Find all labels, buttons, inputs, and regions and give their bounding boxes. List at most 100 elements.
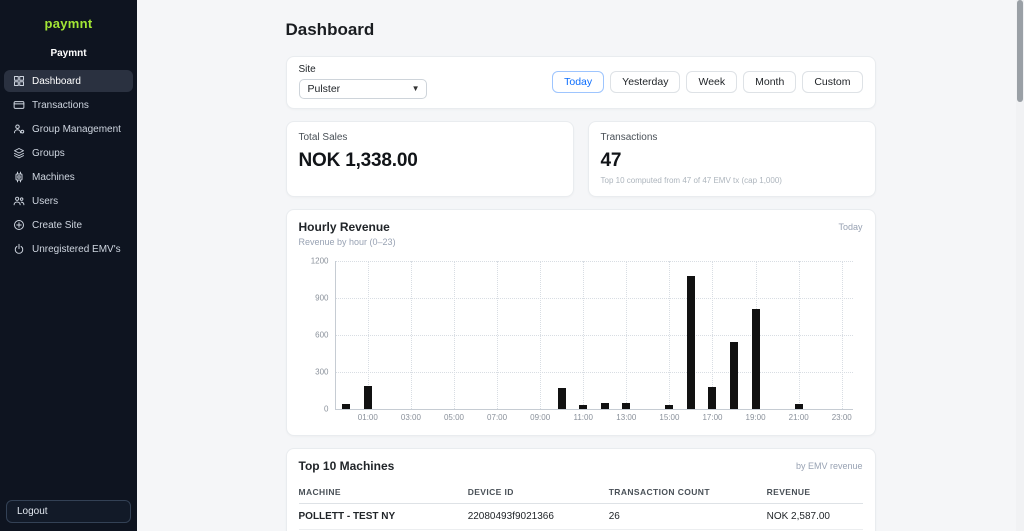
transactions-value: 47 xyxy=(600,150,622,171)
bar xyxy=(708,386,717,409)
gridline xyxy=(540,261,542,409)
cell: 22080493f9021366 xyxy=(467,503,609,530)
range-month-button[interactable]: Month xyxy=(743,70,797,93)
chart-range-label: Today xyxy=(838,222,863,232)
sidebar-item-label: Create Site xyxy=(32,219,83,231)
total-sales-card: Total Sales NOK 1,338.00 xyxy=(285,121,574,197)
gridline xyxy=(335,335,853,336)
cell: NOK 2,587.00 xyxy=(766,503,863,530)
sidebar-item-groups[interactable]: Groups xyxy=(4,142,133,164)
filter-card: Site Pulster ▼ Today Yesterday Week Month Cu… xyxy=(285,56,876,109)
sidebar-item-transactions[interactable]: Transactions xyxy=(4,94,133,116)
sidebar-item-unregistered-emv-s[interactable]: Unregistered EMV's xyxy=(4,238,133,260)
cpu-icon xyxy=(13,171,25,183)
site-select-control[interactable]: Pulster xyxy=(298,79,427,99)
site-label: Site xyxy=(298,64,316,75)
y-tick-label: 1200 xyxy=(310,256,329,266)
y-tick-label: 600 xyxy=(315,330,329,340)
people-icon xyxy=(13,195,25,207)
sidebar-item-label: Groups xyxy=(32,147,65,159)
chart-subtitle: Revenue by hour (0–23) xyxy=(298,237,396,247)
page-title: Dashboard xyxy=(285,20,375,39)
gridline xyxy=(497,261,499,409)
power-icon xyxy=(13,243,25,255)
x-tick-label: 13:00 xyxy=(616,413,637,422)
bar xyxy=(730,342,739,409)
transactions-card: Transactions 47 Top 10 computed from 47 … xyxy=(587,121,876,197)
x-tick-label: 05:00 xyxy=(443,413,464,422)
sidebar-item-label: Unregistered EMV's xyxy=(32,243,121,255)
sidebar-item-label: Transactions xyxy=(32,99,89,111)
sidebar-item-group-management[interactable]: Group Management xyxy=(4,118,133,140)
gridline xyxy=(841,261,843,409)
sidebar-item-label: Group Management xyxy=(32,123,121,135)
app-logo: paymnt xyxy=(44,16,93,31)
content-column: Dashboard Site Pulster ▼ Today Yesterday W… xyxy=(285,0,876,531)
sidebar-item-create-site[interactable]: Create Site xyxy=(4,214,133,236)
site-select[interactable]: Pulster ▼ xyxy=(298,79,427,99)
machines-table-body: POLLETT - TEST NY 22080493f9021366 26 NOK 2… xyxy=(298,503,863,531)
table-row[interactable]: POLLETT - TEST NY 22080493f9021366 26 NOK 2… xyxy=(298,503,863,530)
range-yesterday-button[interactable]: Yesterday xyxy=(610,70,681,93)
app-brand: Paymnt xyxy=(50,48,87,59)
cell: POLLETT - TEST NY xyxy=(298,503,468,530)
x-tick-label: 11:00 xyxy=(573,413,593,422)
table-header-row: MACHINE DEVICE ID TRANSACTION COUNT REVENUE xyxy=(298,482,863,504)
sidebar-item-label: Dashboard xyxy=(32,75,81,87)
bar xyxy=(557,388,566,409)
bar xyxy=(579,405,588,409)
scrollbar-thumb[interactable] xyxy=(1017,0,1023,102)
gridline xyxy=(335,298,853,299)
chart-plot: 0 300 600 900 1200 01:00 03:00 05:00 07:00 09:00 1… xyxy=(311,257,853,422)
stat-label: Transactions xyxy=(600,132,658,143)
x-tick-label: 07:00 xyxy=(487,413,508,422)
column-header: DEVICE ID xyxy=(467,482,609,504)
plus-circle-icon xyxy=(13,219,25,231)
bar xyxy=(600,402,609,409)
grid-icon xyxy=(13,75,25,87)
logout-button[interactable]: Logout xyxy=(6,500,131,523)
x-tick-label: 19:00 xyxy=(745,413,766,422)
range-custom-button[interactable]: Custom xyxy=(802,70,863,93)
column-header: REVENUE xyxy=(766,482,863,504)
column-header: TRANSACTION COUNT xyxy=(608,482,767,504)
machines-header: Top 10 Machines by EMV revenue xyxy=(299,459,863,473)
gridline xyxy=(410,261,412,409)
bar xyxy=(342,404,351,409)
sidebar-nav: Dashboard Transactions Group Management Gro… xyxy=(0,69,137,261)
bar xyxy=(363,385,372,409)
sidebar-item-label: Users xyxy=(32,195,59,207)
gridline xyxy=(798,261,800,409)
bar xyxy=(622,402,631,409)
total-sales-value: NOK 1,338.00 xyxy=(298,150,418,171)
chart-header: Hourly Revenue Revenue by hour (0–23) To… xyxy=(299,220,863,247)
range-week-button[interactable]: Week xyxy=(686,70,738,93)
machines-title: Top 10 Machines xyxy=(298,459,395,473)
hourly-revenue-chart: 0 300 600 900 1200 01:00 03:00 05:00 07:00 09:00 1… xyxy=(299,255,863,427)
hourly-revenue-card: Hourly Revenue Revenue by hour (0–23) To… xyxy=(285,209,876,436)
gridline xyxy=(669,261,671,409)
sidebar-item-dashboard[interactable]: Dashboard xyxy=(4,70,133,92)
machines-note: by EMV revenue xyxy=(795,461,863,471)
machines-table-head: MACHINE DEVICE ID TRANSACTION COUNT REVENUE xyxy=(298,482,863,504)
date-range-group: Today Yesterday Week Month Custom xyxy=(552,70,863,93)
main-content: Dashboard Site Pulster ▼ Today Yesterday W… xyxy=(137,0,1024,531)
top-machines-card: Top 10 Machines by EMV revenue MACHINE DE… xyxy=(285,448,876,531)
layers-icon xyxy=(13,147,25,159)
site-group: Site Pulster ▼ xyxy=(298,64,427,99)
gridline xyxy=(453,261,455,409)
sidebar-item-users[interactable]: Users xyxy=(4,190,133,212)
x-tick-label: 21:00 xyxy=(788,413,809,422)
scrollbar[interactable] xyxy=(1016,0,1024,531)
machines-table: MACHINE DEVICE ID TRANSACTION COUNT REVENUE… xyxy=(298,482,863,531)
sidebar: paymnt Paymnt Dashboard Transactions Group… xyxy=(0,0,137,531)
y-tick-label: 900 xyxy=(315,293,329,303)
range-today-button[interactable]: Today xyxy=(552,70,605,93)
person-gear-icon xyxy=(13,123,25,135)
sidebar-item-machines[interactable]: Machines xyxy=(4,166,133,188)
bar xyxy=(686,275,695,409)
stats-row: Total Sales NOK 1,338.00 Transactions 47… xyxy=(285,121,876,197)
x-tick-label: 01:00 xyxy=(357,413,378,422)
bar xyxy=(794,404,803,409)
y-tick-label: 0 xyxy=(324,404,329,414)
